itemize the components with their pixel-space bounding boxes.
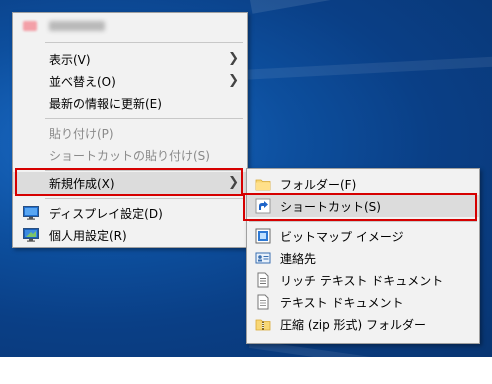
display-settings-icon (23, 206, 39, 220)
menu-item-label: 連絡先 (280, 251, 317, 266)
chevron-right-icon: ❯ (228, 51, 239, 66)
menu-separator (45, 118, 243, 119)
submenu-item-zip-folder[interactable]: 圧縮 (zip 形式) フォルダー (247, 313, 479, 335)
submenu-item-text-document[interactable]: テキスト ドキュメント (247, 291, 479, 313)
menu-item-label: 並べ替え(O) (49, 74, 116, 89)
text-document-icon (257, 294, 269, 310)
menu-separator (45, 42, 243, 43)
menu-item-label: 貼り付け(P) (49, 126, 114, 141)
menu-separator (249, 221, 477, 222)
menu-item-label: ショートカットの貼り付け(S) (49, 148, 210, 163)
menu-item-label: 新規作成(X) (49, 176, 115, 191)
menu-item-label: ディスプレイ設定(D) (49, 206, 163, 221)
submenu-item-bitmap[interactable]: ビットマップ イメージ (247, 225, 479, 247)
menu-item-label: 圧縮 (zip 形式) フォルダー (280, 317, 427, 332)
menu-item-personalize[interactable]: 個人用設定(R) (13, 224, 247, 246)
menu-item-refresh[interactable]: 最新の情報に更新(E) (13, 92, 247, 114)
personalize-icon (23, 228, 39, 242)
menu-item-paste-shortcut: ショートカットの貼り付け(S) (13, 144, 247, 166)
submenu-item-contact[interactable]: 連絡先 (247, 247, 479, 269)
menu-item-label: ショートカット(S) (280, 199, 381, 214)
shortcut-arrow-icon (255, 198, 271, 214)
menu-header-item[interactable] (13, 15, 247, 37)
submenu-item-rich-text[interactable]: リッチ テキスト ドキュメント (247, 269, 479, 291)
submenu-item-folder[interactable]: フォルダー(F) (247, 173, 479, 195)
menu-item-paste: 貼り付け(P) (13, 122, 247, 144)
blurred-label (49, 21, 105, 31)
light-beam (240, 56, 492, 80)
menu-item-label: リッチ テキスト ドキュメント (280, 273, 444, 288)
menu-item-view[interactable]: 表示(V) ❯ (13, 48, 247, 70)
bitmap-image-icon (255, 228, 271, 244)
menu-item-new[interactable]: 新規作成(X) ❯ (13, 172, 247, 194)
menu-item-label: 最新の情報に更新(E) (49, 96, 162, 111)
light-beam (250, 0, 492, 14)
zip-folder-icon (255, 319, 271, 331)
chevron-right-icon: ❯ (228, 175, 239, 190)
desktop-context-menu: 表示(V) ❯ 並べ替え(O) ❯ 最新の情報に更新(E) 貼り付け(P) ショ… (12, 12, 248, 248)
menu-item-sort[interactable]: 並べ替え(O) ❯ (13, 70, 247, 92)
contact-card-icon (255, 252, 271, 264)
menu-item-label: 表示(V) (49, 52, 91, 67)
app-icon (23, 21, 37, 31)
rich-text-document-icon (257, 272, 269, 288)
menu-separator (45, 198, 243, 199)
menu-item-label: フォルダー(F) (280, 177, 357, 192)
menu-item-label: テキスト ドキュメント (280, 295, 404, 310)
folder-icon (255, 179, 271, 191)
menu-item-label: ビットマップ イメージ (280, 229, 404, 244)
menu-item-label: 個人用設定(R) (49, 228, 127, 243)
menu-separator (45, 170, 243, 171)
submenu-item-shortcut[interactable]: ショートカット(S) (247, 195, 479, 217)
new-submenu: フォルダー(F) ショートカット(S) ビットマップ イメージ 連絡先 リッチ … (246, 168, 480, 344)
menu-item-display-settings[interactable]: ディスプレイ設定(D) (13, 202, 247, 224)
chevron-right-icon: ❯ (228, 73, 239, 88)
light-beam (248, 340, 492, 384)
